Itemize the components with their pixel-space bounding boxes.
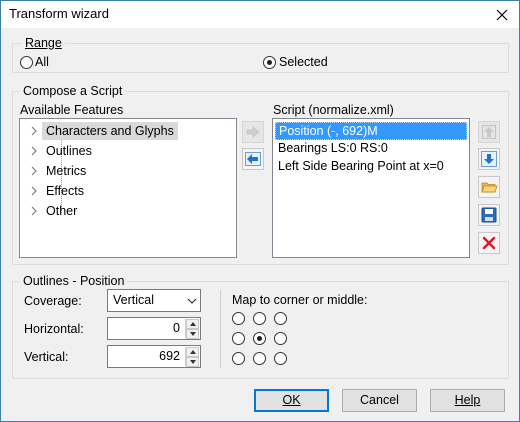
vertical-separator — [220, 290, 221, 368]
map-top-center-radio[interactable] — [253, 312, 266, 325]
vertical-increment-button[interactable] — [186, 347, 199, 357]
vertical-decrement-button[interactable] — [186, 357, 199, 367]
arrow-left-icon — [245, 152, 261, 166]
range-selected-radio[interactable] — [263, 56, 276, 69]
vertical-spin-buttons — [185, 347, 199, 367]
tree-item-label: Metrics — [46, 164, 87, 178]
script-label: Script (normalize.xml) — [273, 103, 394, 117]
map-center-radio[interactable] — [253, 332, 266, 345]
cancel-button[interactable]: Cancel — [342, 389, 417, 412]
chevron-right-icon[interactable] — [29, 146, 39, 156]
map-bottom-left-radio[interactable] — [232, 352, 245, 365]
script-list[interactable]: Position (-, 692)M Bearings LS:0 RS:0 Le… — [272, 118, 470, 258]
map-middle-left-radio[interactable] — [232, 332, 245, 345]
move-up-button[interactable] — [478, 121, 500, 143]
chevron-right-icon[interactable] — [29, 186, 39, 196]
transform-wizard-dialog: Transform wizard Range All Selected Comp… — [0, 0, 520, 422]
caret-down-icon — [189, 332, 196, 336]
help-button[interactable]: Help — [430, 389, 505, 412]
delete-script-item-button[interactable] — [478, 232, 500, 254]
arrow-right-icon — [246, 126, 260, 138]
map-top-right-radio[interactable] — [274, 312, 287, 325]
available-features-label: Available Features — [20, 103, 124, 117]
tree-item-label: Outlines — [46, 144, 92, 158]
vertical-label: Vertical: — [24, 350, 69, 364]
available-features-tree[interactable]: Characters and Glyphs Outlines Metrics E… — [19, 118, 237, 258]
folder-open-icon — [480, 182, 498, 193]
outlines-position-label: Outlines - Position — [20, 274, 128, 288]
horizontal-spin-buttons — [185, 319, 199, 339]
compose-group-label: Compose a Script — [20, 84, 126, 98]
script-item-left-side-bearing[interactable]: Left Side Bearing Point at x=0 — [275, 158, 447, 176]
horizontal-stepper[interactable]: 0 — [107, 317, 201, 340]
range-all-label[interactable]: All — [35, 55, 49, 69]
chevron-right-icon[interactable] — [29, 126, 39, 136]
move-down-button[interactable] — [478, 148, 500, 170]
title-bar: Transform wizard — [1, 1, 519, 28]
caret-up-icon — [189, 350, 196, 354]
coverage-label: Coverage: — [24, 294, 82, 308]
horizontal-increment-button[interactable] — [186, 319, 199, 329]
add-to-script-button[interactable] — [242, 121, 264, 143]
tree-item-label: Effects — [46, 184, 84, 198]
tree-item-other[interactable]: Other — [20, 202, 230, 220]
script-item-bearings[interactable]: Bearings LS:0 RS:0 — [275, 140, 391, 158]
window-title: Transform wizard — [9, 6, 109, 21]
chevron-right-icon[interactable] — [29, 206, 39, 216]
range-all-radio[interactable] — [20, 56, 33, 69]
chevron-right-icon[interactable] — [29, 166, 39, 176]
delete-icon — [482, 236, 496, 250]
range-group — [12, 43, 509, 73]
horizontal-value[interactable]: 0 — [173, 321, 180, 335]
arrow-down-icon — [481, 151, 497, 167]
tree-item-metrics[interactable]: Metrics — [20, 162, 230, 180]
vertical-value[interactable]: 692 — [159, 349, 180, 363]
save-icon — [481, 207, 497, 223]
tree-item-characters-and-glyphs[interactable]: Characters and Glyphs — [20, 122, 230, 140]
map-bottom-right-radio[interactable] — [274, 352, 287, 365]
caret-up-icon — [189, 322, 196, 326]
map-to-corner-label: Map to corner or middle: — [232, 293, 368, 307]
vertical-stepper[interactable]: 692 — [107, 345, 201, 368]
map-top-left-radio[interactable] — [232, 312, 245, 325]
tree-item-label: Other — [46, 204, 78, 218]
coverage-select[interactable]: Vertical — [107, 289, 201, 312]
horizontal-label: Horizontal: — [24, 322, 84, 336]
close-icon — [496, 9, 508, 20]
remove-from-script-button[interactable] — [242, 148, 264, 170]
arrow-up-icon — [482, 125, 496, 139]
tree-item-effects[interactable]: Effects — [20, 182, 230, 200]
close-button[interactable] — [485, 1, 519, 28]
coverage-value: Vertical — [113, 293, 154, 307]
script-item-position[interactable]: Position (-, 692)M — [275, 122, 467, 140]
save-script-button[interactable] — [478, 204, 500, 226]
caret-down-icon — [189, 360, 196, 364]
open-script-button[interactable] — [478, 176, 500, 198]
chevron-down-icon — [187, 298, 197, 304]
map-middle-right-radio[interactable] — [274, 332, 287, 345]
horizontal-decrement-button[interactable] — [186, 329, 199, 339]
tree-item-outlines[interactable]: Outlines — [20, 142, 230, 160]
map-bottom-center-radio[interactable] — [253, 352, 266, 365]
tree-item-label: Characters and Glyphs — [42, 122, 178, 140]
range-group-label: Range — [22, 36, 65, 50]
ok-button[interactable]: OK — [254, 389, 329, 412]
range-selected-label[interactable]: Selected — [279, 55, 328, 69]
